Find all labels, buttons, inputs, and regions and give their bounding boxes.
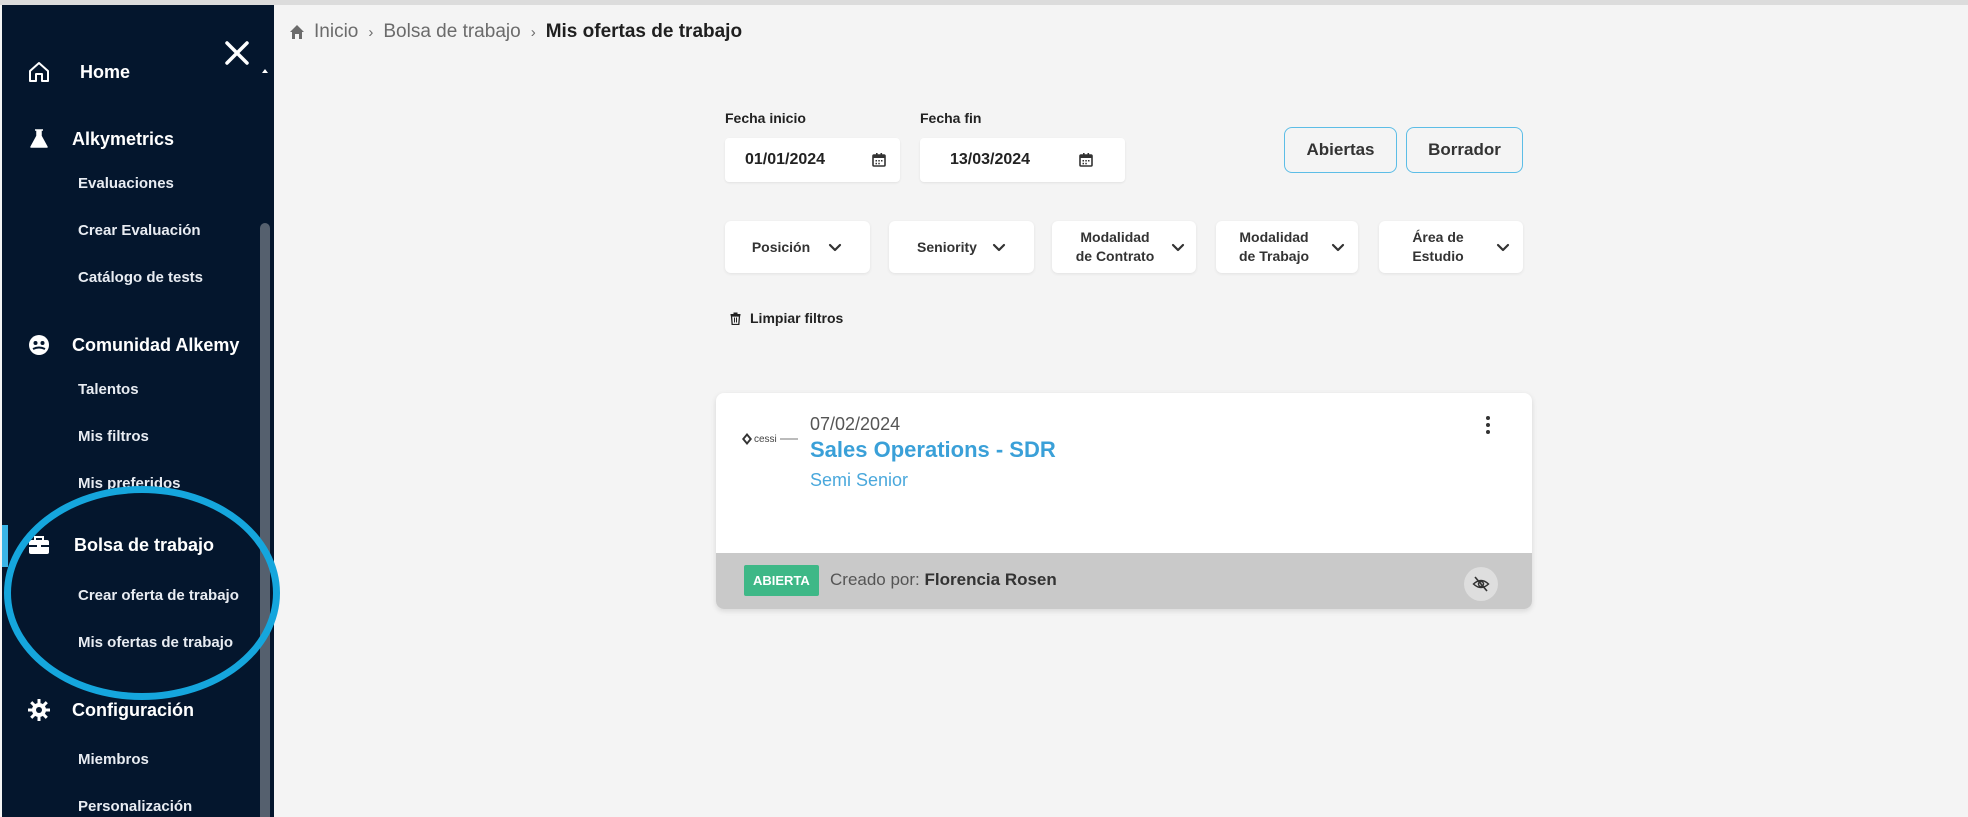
posicion-dropdown[interactable]: Posición bbox=[725, 221, 870, 273]
chevron-down-icon bbox=[1330, 239, 1346, 255]
job-card-footer: ABIERTA Creado por: Florencia Rosen bbox=[716, 553, 1532, 609]
chevron-down-icon bbox=[1170, 239, 1186, 255]
home-icon bbox=[26, 59, 52, 85]
sidebar-item-evaluaciones[interactable]: Evaluaciones bbox=[78, 175, 174, 192]
dropdown-label: Modalidad de Trabajo bbox=[1238, 229, 1310, 264]
modalidad-trabajo-dropdown[interactable]: Modalidad de Trabajo bbox=[1216, 221, 1358, 273]
home-icon[interactable] bbox=[288, 23, 306, 41]
abiertas-button[interactable]: Abiertas bbox=[1284, 127, 1397, 173]
status-badge: ABIERTA bbox=[744, 565, 819, 596]
created-by: Creado por: Florencia Rosen bbox=[830, 570, 1057, 590]
modalidad-contrato-dropdown[interactable]: Modalidad de Contrato bbox=[1052, 221, 1196, 273]
breadcrumb-current: Mis ofertas de trabajo bbox=[545, 21, 743, 42]
highlight-circle-annotation bbox=[4, 486, 280, 700]
created-by-name: Florencia Rosen bbox=[924, 570, 1057, 589]
more-vert-icon[interactable] bbox=[1480, 413, 1496, 437]
sidebar-section-title: Configuración bbox=[72, 699, 194, 720]
sidebar-item-catalogo-tests[interactable]: Catálogo de tests bbox=[78, 269, 203, 286]
fecha-fin-label: Fecha fin bbox=[920, 110, 982, 126]
sidebar-item-label: Home bbox=[80, 61, 131, 82]
job-title[interactable]: Sales Operations - SDR bbox=[810, 437, 1056, 463]
community-icon bbox=[26, 332, 52, 358]
sidebar-item-crear-evaluacion[interactable]: Crear Evaluación bbox=[78, 222, 201, 239]
sidebar-item-miembros[interactable]: Miembros bbox=[78, 751, 149, 768]
fecha-fin-value: 13/03/2024 bbox=[950, 151, 1031, 168]
created-by-label: Creado por: bbox=[830, 570, 920, 589]
limpiar-filtros-button[interactable]: Limpiar filtros bbox=[730, 307, 843, 329]
sidebar-scrollbar[interactable] bbox=[260, 223, 270, 817]
active-indicator bbox=[2, 525, 8, 567]
area-estudio-dropdown[interactable]: Área de Estudio bbox=[1379, 221, 1523, 273]
job-seniority: Semi Senior bbox=[810, 470, 909, 490]
top-border bbox=[0, 0, 1968, 5]
close-icon[interactable] bbox=[222, 38, 252, 68]
sidebar-section-title: Alkymetrics bbox=[72, 128, 175, 149]
fecha-inicio-label: Fecha inicio bbox=[725, 110, 806, 126]
fecha-fin-field[interactable]: 13/03/2024 bbox=[920, 138, 1125, 182]
gear-icon bbox=[26, 697, 52, 723]
job-date: 07/02/2024 bbox=[810, 414, 901, 434]
scroll-up-caret-icon[interactable] bbox=[262, 69, 268, 73]
dropdown-label: Posición bbox=[751, 238, 811, 255]
chevron-down-icon bbox=[1495, 239, 1511, 255]
chevron-down-icon bbox=[827, 239, 843, 255]
chevron-down-icon bbox=[991, 239, 1007, 255]
sidebar-item-personalizacion[interactable]: Personalización bbox=[78, 798, 192, 815]
eye-off-icon[interactable] bbox=[1464, 567, 1498, 601]
seniority-dropdown[interactable]: Seniority bbox=[889, 221, 1034, 273]
fecha-inicio-value: 01/01/2024 bbox=[745, 151, 826, 168]
flask-icon bbox=[26, 126, 52, 152]
dropdown-label: Modalidad de Contrato bbox=[1075, 229, 1155, 264]
chevron-right-icon: › bbox=[368, 23, 374, 41]
calendar-icon[interactable] bbox=[871, 152, 887, 168]
logo-tagline bbox=[779, 438, 798, 440]
sidebar-item-mis-filtros[interactable]: Mis filtros bbox=[78, 428, 149, 445]
borrador-button[interactable]: Borrador bbox=[1406, 127, 1523, 173]
fecha-inicio-field[interactable]: 01/01/2024 bbox=[725, 138, 900, 182]
dropdown-label: Seniority bbox=[917, 238, 977, 255]
limpiar-filtros-label: Limpiar filtros bbox=[750, 310, 844, 326]
breadcrumb-inicio[interactable]: Inicio bbox=[314, 21, 358, 43]
breadcrumb-bolsa[interactable]: Bolsa de trabajo bbox=[383, 21, 520, 43]
logo-text: cessi bbox=[754, 433, 777, 445]
job-offer-card[interactable]: cessi 07/02/2024 Sales Operations - SDR … bbox=[716, 393, 1532, 609]
company-logo: cessi bbox=[742, 433, 798, 445]
sidebar-section-title: Comunidad Alkemy bbox=[72, 334, 240, 355]
chevron-right-icon: › bbox=[530, 23, 536, 41]
sidebar-item-talentos[interactable]: Talentos bbox=[78, 381, 139, 398]
calendar-icon[interactable] bbox=[1078, 152, 1094, 168]
dropdown-label: Área de Estudio bbox=[1412, 229, 1464, 264]
trash-icon bbox=[730, 312, 741, 325]
breadcrumb: Inicio › Bolsa de trabajo › Mis ofertas … bbox=[288, 20, 742, 44]
